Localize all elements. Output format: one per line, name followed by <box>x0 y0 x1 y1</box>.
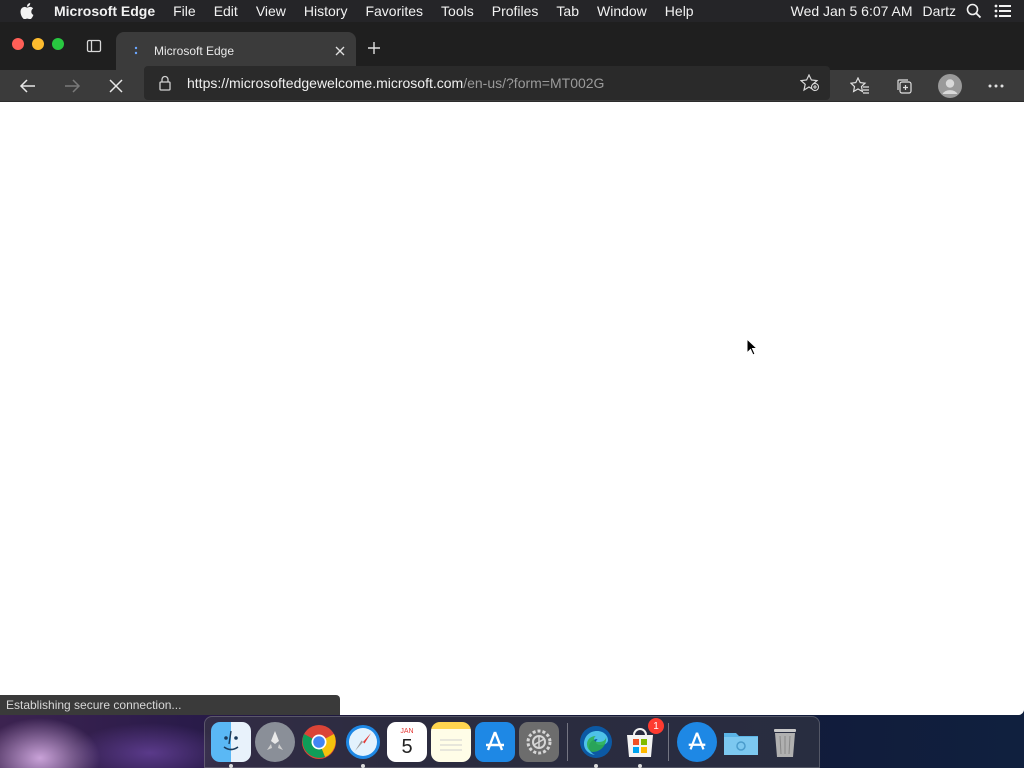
menu-app-name[interactable]: Microsoft Edge <box>54 3 164 19</box>
back-button[interactable] <box>12 70 44 102</box>
spotlight-search-icon[interactable] <box>966 3 982 19</box>
menu-help[interactable]: Help <box>656 3 703 19</box>
menu-profiles[interactable]: Profiles <box>483 3 548 19</box>
status-text: Establishing secure connection... <box>6 698 182 712</box>
running-indicator <box>229 764 233 768</box>
menu-file[interactable]: File <box>164 3 205 19</box>
collections-icon[interactable] <box>888 70 920 102</box>
tab-loading-icon <box>124 46 148 56</box>
menu-tab[interactable]: Tab <box>547 3 588 19</box>
menubar-clock[interactable]: Wed Jan 5 6:07 AM <box>791 3 913 19</box>
browser-window: Microsoft Edge https://microsoftedgewelc… <box>0 22 1024 715</box>
app-store-folder-icon[interactable] <box>677 722 717 762</box>
trash-icon[interactable] <box>765 722 805 762</box>
finder-icon[interactable] <box>211 722 251 768</box>
lock-icon[interactable] <box>158 75 178 91</box>
mouse-cursor-icon <box>746 337 759 361</box>
calendar-day: 5 <box>401 735 413 758</box>
notification-badge: 1 <box>648 718 664 734</box>
system-preferences-icon[interactable] <box>519 722 559 762</box>
profile-avatar-icon[interactable] <box>934 70 966 102</box>
address-bar[interactable]: https://microsoftedgewelcome.microsoft.c… <box>144 66 830 100</box>
microsoft-store-icon[interactable]: 1 <box>620 718 664 768</box>
menu-bar: Microsoft Edge File Edit View History Fa… <box>0 0 1024 22</box>
navigation-toolbar: https://microsoftedgewelcome.microsoft.c… <box>0 66 1024 102</box>
safari-icon[interactable] <box>343 722 383 768</box>
more-options-icon[interactable] <box>980 70 1012 102</box>
dock: JAN 5 1 <box>204 716 820 768</box>
control-center-icon[interactable] <box>994 4 1012 18</box>
tab-strip: Microsoft Edge <box>0 22 1024 70</box>
add-favorite-icon[interactable] <box>794 74 826 92</box>
dock-separator <box>668 723 669 761</box>
new-tab-button[interactable] <box>364 38 384 58</box>
calendar-month: JAN <box>400 727 414 735</box>
running-indicator <box>361 764 365 768</box>
edge-icon[interactable] <box>576 722 616 768</box>
page-content[interactable] <box>0 102 1024 715</box>
window-minimize-button[interactable] <box>32 38 44 50</box>
menubar-user[interactable]: Dartz <box>923 3 956 19</box>
calendar-icon[interactable]: JAN 5 <box>387 722 427 762</box>
status-bar: Establishing secure connection... <box>0 695 340 715</box>
url-path: /en-us/?form=MT002G <box>463 75 605 91</box>
chrome-icon[interactable] <box>299 722 339 762</box>
tab-microsoft-edge[interactable]: Microsoft Edge <box>116 32 356 70</box>
menu-window[interactable]: Window <box>588 3 656 19</box>
stop-loading-button[interactable] <box>100 70 132 102</box>
menu-tools[interactable]: Tools <box>432 3 483 19</box>
window-close-button[interactable] <box>12 38 24 50</box>
running-indicator <box>638 764 642 768</box>
url-host: https://microsoftedgewelcome.microsoft.c… <box>187 75 464 91</box>
tab-actions-icon[interactable] <box>86 38 102 54</box>
menu-view[interactable]: View <box>247 3 295 19</box>
app-store-icon[interactable] <box>475 722 515 762</box>
apple-menu-icon[interactable] <box>0 3 54 19</box>
window-controls <box>12 38 64 50</box>
notes-icon[interactable] <box>431 722 471 762</box>
menu-edit[interactable]: Edit <box>205 3 247 19</box>
favorites-icon[interactable] <box>844 70 876 102</box>
tab-title: Microsoft Edge <box>154 44 235 58</box>
menu-favorites[interactable]: Favorites <box>356 3 432 19</box>
launchpad-icon[interactable] <box>255 722 295 762</box>
window-maximize-button[interactable] <box>52 38 64 50</box>
running-indicator <box>594 764 598 768</box>
tab-close-icon[interactable] <box>328 39 352 63</box>
forward-button[interactable] <box>56 70 88 102</box>
downloads-folder-icon[interactable] <box>721 722 761 762</box>
menu-history[interactable]: History <box>295 3 357 19</box>
url-text[interactable]: https://microsoftedgewelcome.microsoft.c… <box>187 75 794 91</box>
dock-separator <box>567 723 568 761</box>
